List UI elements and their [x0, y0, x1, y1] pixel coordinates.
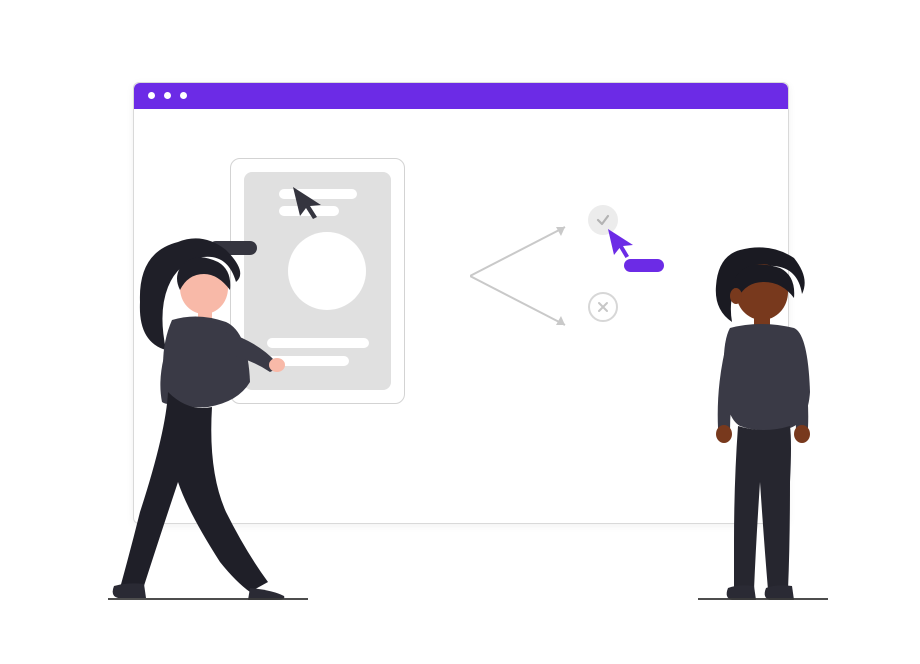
window-dot-icon [180, 92, 187, 99]
annotation-pill-purple-icon [624, 259, 664, 272]
x-badge-icon [588, 292, 618, 322]
window-dot-icon [148, 92, 155, 99]
illustration-stage [0, 0, 920, 664]
shadow-line-icon [108, 598, 308, 600]
cursor-dark-icon [291, 185, 329, 223]
window-dot-icon [164, 92, 171, 99]
browser-titlebar [134, 83, 788, 109]
person-left-icon [108, 232, 328, 602]
branch-arrows-icon [470, 221, 590, 331]
window-controls [134, 83, 788, 99]
person-right-icon [690, 242, 850, 602]
shadow-line-icon [698, 598, 828, 600]
cursor-purple-icon [606, 227, 640, 261]
